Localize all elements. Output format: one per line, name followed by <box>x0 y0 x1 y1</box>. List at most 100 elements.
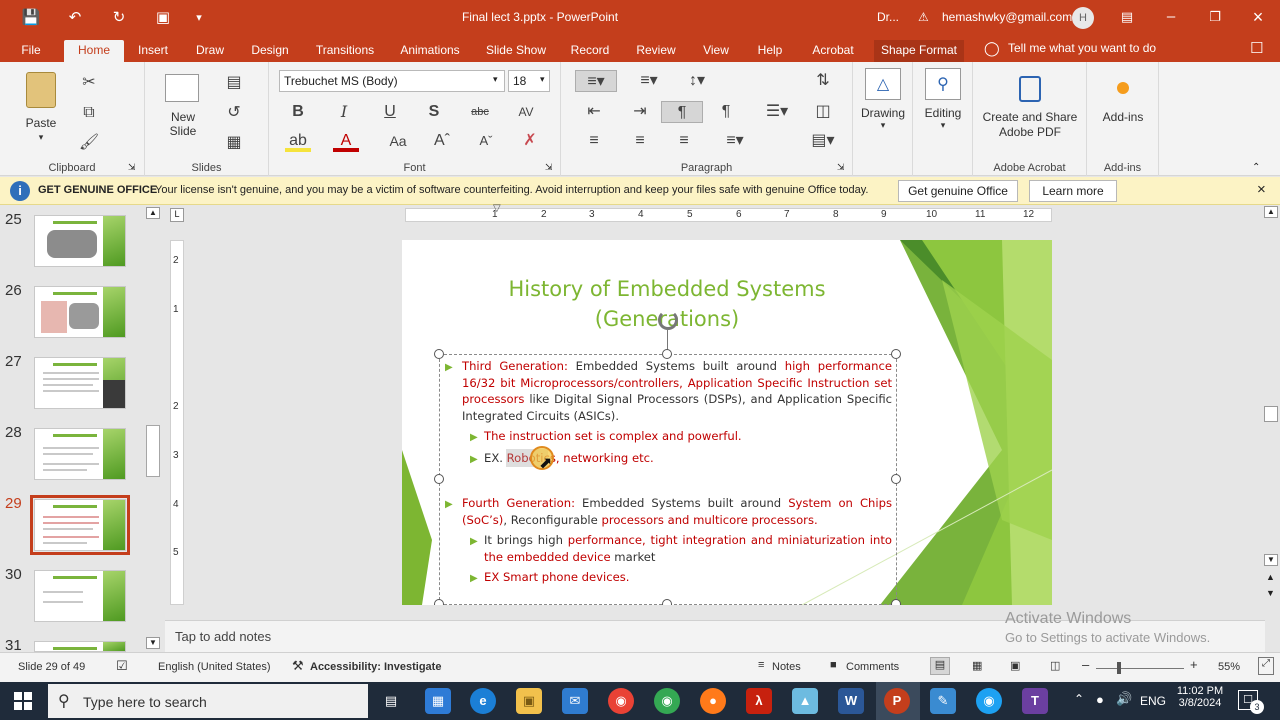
addins-icon[interactable] <box>1117 82 1129 94</box>
chrome-icon[interactable]: ◉ <box>608 688 634 714</box>
thumbnail-slide[interactable] <box>34 641 126 652</box>
comments-button[interactable]: Comments <box>846 661 899 673</box>
account-email[interactable]: hemashwky@gmail.com <box>942 10 1072 24</box>
paste-icon[interactable] <box>26 72 56 108</box>
close-icon[interactable]: × <box>1243 6 1273 28</box>
format-painter-icon[interactable]: 🖌 <box>76 132 102 154</box>
word-icon[interactable]: W <box>838 688 864 714</box>
zoom-level[interactable]: 55% <box>1218 661 1240 673</box>
taskbar-search[interactable]: ⚲ Type here to search <box>48 684 368 718</box>
accessibility-status[interactable]: Accessibility: Investigate <box>310 661 441 673</box>
slide-sorter-icon[interactable]: ▦ <box>972 659 982 672</box>
font-color-icon[interactable]: A <box>333 130 359 152</box>
zoom-slider-thumb[interactable] <box>1117 662 1121 674</box>
tab-design[interactable]: Design <box>246 40 294 62</box>
ruler-indent-marker[interactable]: ▽ <box>493 203 501 214</box>
tray-chevron-icon[interactable]: ⌃ <box>1074 692 1084 706</box>
italic-button[interactable]: I <box>331 101 357 123</box>
zoom-in-icon[interactable]: + <box>1190 657 1198 672</box>
strikethrough-button[interactable]: abc <box>467 101 493 123</box>
bold-button[interactable]: B <box>285 101 311 123</box>
scroll-up-icon[interactable]: ▲ <box>146 207 160 219</box>
numbering-button[interactable]: ≡▾ <box>631 70 667 92</box>
paste-button[interactable]: Paste <box>20 116 62 130</box>
store-icon[interactable]: ▦ <box>425 688 451 714</box>
shapes-icon[interactable]: △ <box>865 68 901 100</box>
dismiss-icon[interactable]: × <box>1257 181 1266 198</box>
justify-button[interactable]: ≡▾ <box>717 130 753 152</box>
microphone-icon[interactable]: ● <box>1096 692 1104 707</box>
thumbnail-slide[interactable] <box>34 286 126 338</box>
addins-button[interactable]: Add-ins <box>1087 110 1159 124</box>
tab-selector[interactable]: L <box>170 208 184 222</box>
reading-view-icon[interactable]: ▣ <box>1010 659 1020 672</box>
language-indicator[interactable]: English (United States) <box>158 661 271 673</box>
present-icon[interactable]: ▣ <box>152 8 174 28</box>
layout-icon[interactable]: ▤ <box>221 72 247 94</box>
resize-handle-s[interactable] <box>662 599 672 605</box>
tab-acrobat[interactable]: Acrobat <box>806 40 860 62</box>
thumbnail-slide[interactable] <box>34 570 126 622</box>
comments-status-icon[interactable]: ■ <box>830 659 837 671</box>
editing-dropdown-icon[interactable]: ▾ <box>937 120 949 131</box>
mail-icon[interactable]: ✉ <box>562 688 588 714</box>
text-direction-button[interactable]: ⇅ <box>805 70 841 92</box>
powerpoint-icon[interactable]: P <box>884 688 910 714</box>
scroll-down-icon[interactable]: ▼ <box>146 637 160 649</box>
new-slide-button-line2[interactable]: Slide <box>159 124 207 138</box>
edge-icon[interactable]: e <box>470 688 496 714</box>
resize-handle-w[interactable] <box>434 474 444 484</box>
teams-icon[interactable]: T <box>1022 688 1048 714</box>
resize-handle-n[interactable] <box>662 349 672 359</box>
scroll-up-icon[interactable]: ▲ <box>1264 206 1278 218</box>
chrome-profile-icon[interactable]: ◉ <box>654 688 680 714</box>
normal-view-icon[interactable]: ▤ <box>930 657 950 675</box>
columns-button[interactable]: ☰▾ <box>759 101 795 123</box>
pen-app-icon[interactable]: ✎ <box>930 688 956 714</box>
drawing-dropdown-icon[interactable]: ▾ <box>877 120 889 131</box>
tab-record[interactable]: Record <box>566 40 614 62</box>
thumbnail-slide[interactable] <box>34 428 126 480</box>
font-launcher-icon[interactable]: ⇲ <box>545 162 553 173</box>
acrobat-icon[interactable]: λ <box>746 688 772 714</box>
app-icon[interactable]: ▲ <box>792 688 818 714</box>
notes-icon[interactable]: ≡ <box>758 659 764 671</box>
align-right-icon[interactable]: ≡ <box>671 130 697 152</box>
rtl-button[interactable]: ¶ <box>661 101 703 123</box>
align-left-icon[interactable]: ≡ <box>581 130 607 152</box>
create-share-pdf-button[interactable]: Create and Share <box>973 110 1087 124</box>
next-slide-icon[interactable]: ▼ <box>1266 588 1275 598</box>
scroll-down-icon[interactable]: ▼ <box>1264 554 1278 566</box>
windows-start-icon[interactable] <box>14 692 32 710</box>
underline-button[interactable]: U <box>377 101 403 123</box>
font-family-select[interactable]: Trebuchet MS (Body) <box>279 70 505 92</box>
restore-icon[interactable]: ❐ <box>1200 6 1230 28</box>
decrease-font-icon[interactable]: Aˇ <box>473 130 499 152</box>
scroll-thumb[interactable] <box>1264 406 1278 422</box>
resize-handle-se[interactable] <box>891 599 901 605</box>
file-explorer-icon[interactable]: ▣ <box>516 688 542 714</box>
avatar[interactable]: H <box>1072 7 1094 29</box>
tell-me-search[interactable]: Tell me what you want to do <box>1008 41 1156 55</box>
new-slide-icon[interactable] <box>165 74 199 102</box>
clear-formatting-icon[interactable]: ✗ <box>517 130 543 152</box>
previous-slide-icon[interactable]: ▲ <box>1266 572 1275 582</box>
save-icon[interactable]: 💾 <box>20 8 42 28</box>
highlight-icon[interactable]: ab <box>285 130 311 152</box>
rotate-handle-icon[interactable] <box>658 310 678 330</box>
shadow-button[interactable]: S <box>421 101 447 123</box>
new-slide-button[interactable]: New <box>159 110 207 124</box>
tab-shape-format[interactable]: Shape Format <box>874 40 964 62</box>
collapse-ribbon-icon[interactable]: ⌃ <box>1252 162 1260 173</box>
scroll-thumb[interactable] <box>146 425 160 477</box>
thumbnail-scrollbar[interactable]: ▲ ▼ <box>146 207 160 651</box>
slideshow-view-icon[interactable]: ◫ <box>1050 659 1060 672</box>
tab-insert[interactable]: Insert <box>132 40 174 62</box>
fit-to-window-icon[interactable]: ⤢ <box>1258 657 1274 675</box>
paste-dropdown-icon[interactable]: ▾ <box>36 132 46 143</box>
drawing-button[interactable]: Drawing <box>853 106 913 120</box>
clock[interactable]: 11:02 PM 3/8/2024 <box>1174 685 1226 709</box>
task-view-icon[interactable]: ▤ <box>378 688 404 714</box>
content-textbox[interactable]: ▶ Third Generation: Embedded Systems bui… <box>439 354 897 605</box>
slide-canvas[interactable]: History of Embedded Systems (Generations… <box>402 240 1052 605</box>
